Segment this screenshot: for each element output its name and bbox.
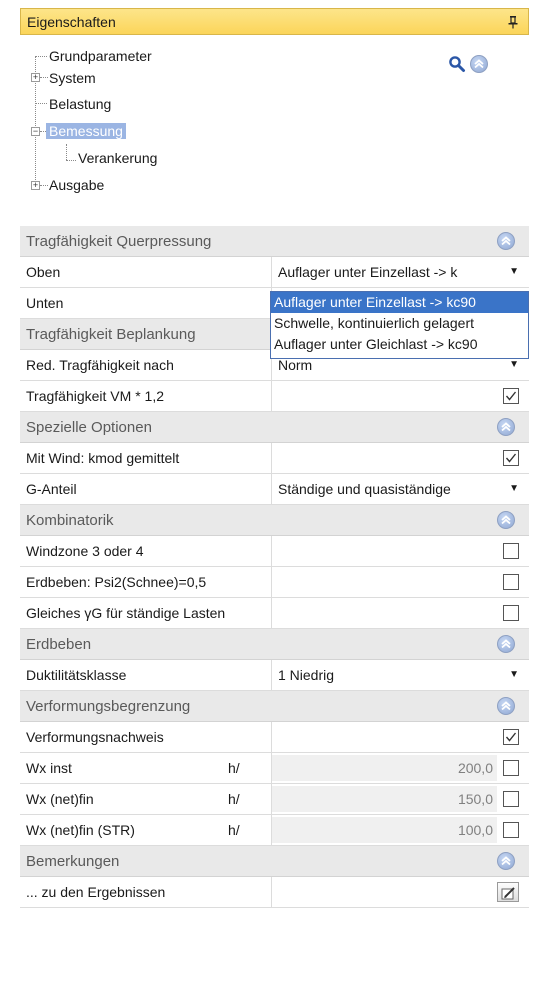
property-label: Duktilitätsklasse [20,660,272,690]
panel-title: Eigenschaften [27,13,116,30]
dropdown-arrow-icon[interactable]: ▼ [509,257,519,287]
category-spezielle-optionen[interactable]: Spezielle Optionen [20,412,529,443]
collapse-up-icon[interactable] [497,511,515,529]
category-title: Kombinatorik [26,512,114,529]
property-row-duktilitaetsklasse: Duktilitätsklasse 1 Niedrig ▼ [20,660,529,691]
vm-checkbox[interactable] [503,388,519,404]
collapse-up-icon[interactable] [497,418,515,436]
tree-item-system[interactable]: System [46,68,99,88]
wx-net-fin-str-field[interactable]: 100,0 [272,817,497,843]
property-row-verformungsnachweis: Verformungsnachweis [20,722,529,753]
search-icon[interactable] [448,55,466,73]
tree-item-label: System [49,70,96,86]
property-row-windzone: Windzone 3 oder 4 [20,536,529,567]
category-verformungsbegrenzung[interactable]: Verformungsbegrenzung [20,691,529,722]
property-label: ... zu den Ergebnissen [20,877,272,907]
erdbeben-psi-checkbox[interactable] [503,574,519,590]
collapse-up-icon[interactable] [497,232,515,250]
collapse-bemessung-icon[interactable]: − [31,127,40,136]
category-erdbeben[interactable]: Erdbeben [20,629,529,660]
collapse-up-icon[interactable] [497,635,515,653]
property-row-wx-inst: Wx inst h/ 200,0 [20,753,529,784]
wx-inst-field[interactable]: 200,0 [272,755,497,781]
property-label: Wx inst [26,760,72,776]
oben-select[interactable]: Auflager unter Einzellast -> k ▼ [272,257,529,287]
select-value: 1 Niedrig [278,667,335,683]
collapse-up-icon[interactable] [497,697,515,715]
category-title: Bemerkungen [26,853,120,870]
unit-label: h/ [228,760,240,776]
unit-label: h/ [228,791,240,807]
unten-dropdown-list: Auflager unter Einzellast -> kc90 Schwel… [270,291,529,359]
expand-system-icon[interactable]: + [31,73,40,82]
category-title: Tragfähigkeit Querpressung [26,233,212,250]
property-label: Unten [20,288,272,318]
category-title: Verformungsbegrenzung [26,698,191,715]
tree-item-bemessung[interactable]: Bemessung [46,121,126,141]
property-label: Red. Tragfähigkeit nach [20,350,272,380]
tree-item-label: Verankerung [78,150,158,166]
property-label: Tragfähigkeit VM * 1,2 [20,381,272,411]
category-bemerkungen[interactable]: Bemerkungen [20,846,529,877]
property-row-vm: Tragfähigkeit VM * 1,2 [20,381,529,412]
select-value: Auflager unter Einzellast -> k [278,264,458,280]
duktilitaetsklasse-select[interactable]: 1 Niedrig ▼ [272,660,529,690]
wx-net-fin-checkbox[interactable] [503,791,519,807]
dropdown-option[interactable]: Auflager unter Gleichlast -> kc90 [271,334,528,355]
pin-icon[interactable] [506,14,520,30]
expand-ausgabe-icon[interactable]: + [31,181,40,190]
tree-item-grundparameter[interactable]: Grundparameter [46,46,155,66]
category-kombinatorik[interactable]: Kombinatorik [20,505,529,536]
select-value: Ständige und quasiständige [278,481,451,497]
select-value: Norm [278,357,313,373]
property-row-oben: Oben Auflager unter Einzellast -> k ▼ [20,257,529,288]
property-label: Wx (net)fin [26,791,94,807]
property-label: Windzone 3 oder 4 [20,536,272,566]
verformungsnachweis-checkbox[interactable] [503,729,519,745]
dropdown-arrow-icon[interactable]: ▼ [509,660,519,690]
category-tragfaehigkeit-querpressung[interactable]: Tragfähigkeit Querpressung [20,226,529,257]
property-label: Oben [20,257,272,287]
property-row-wind: Mit Wind: kmod gemittelt [20,443,529,474]
properties-panel-header: Eigenschaften [20,8,529,35]
unit-label: h/ [228,822,240,838]
property-row-g-anteil: G-Anteil Ständige und quasiständige ▼ [20,474,529,505]
collapse-up-icon[interactable] [497,852,515,870]
tree-item-label: Belastung [49,96,112,112]
dropdown-option[interactable]: Auflager unter Einzellast -> kc90 [271,292,528,313]
property-label: G-Anteil [20,474,272,504]
property-label: Erdbeben: Psi2(Schnee)=0,5 [20,567,272,597]
wx-net-fin-field[interactable]: 150,0 [272,786,497,812]
property-row-gleiches-yg: Gleiches γG für ständige Lasten [20,598,529,629]
property-label: Gleiches γG für ständige Lasten [20,598,272,628]
tree-item-label: Ausgabe [49,177,105,193]
property-row-wx-net-fin-str: Wx (net)fin (STR) h/ 100,0 [20,815,529,846]
property-row-erdbeben-psi: Erdbeben: Psi2(Schnee)=0,5 [20,567,529,598]
gleiches-yg-checkbox[interactable] [503,605,519,621]
tree-item-belastung[interactable]: Belastung [46,94,114,114]
wx-inst-checkbox[interactable] [503,760,519,776]
tree-item-label: Bemessung [46,123,126,139]
wind-checkbox[interactable] [503,450,519,466]
tree-item-label: Grundparameter [49,48,152,64]
tree-item-verankerung[interactable]: Verankerung [75,148,160,168]
wx-net-fin-str-checkbox[interactable] [503,822,519,838]
dropdown-option[interactable]: Schwelle, kontinuierlich gelagert [271,313,528,334]
edit-icon[interactable] [497,882,519,902]
windzone-checkbox[interactable] [503,543,519,559]
property-row-wx-net-fin: Wx (net)fin h/ 150,0 [20,784,529,815]
property-row-ergebnisse: ... zu den Ergebnissen [20,877,529,908]
collapse-up-icon[interactable] [470,55,488,73]
category-title: Spezielle Optionen [26,419,152,436]
tree-item-ausgabe[interactable]: Ausgabe [46,175,107,195]
dropdown-arrow-icon[interactable]: ▼ [503,474,519,504]
property-label: Wx (net)fin (STR) [26,822,135,838]
property-label: Verformungsnachweis [20,722,272,752]
category-title: Erdbeben [26,636,92,653]
g-anteil-select[interactable]: Ständige und quasiständige ▼ [272,474,529,504]
property-label: Mit Wind: kmod gemittelt [20,443,272,473]
